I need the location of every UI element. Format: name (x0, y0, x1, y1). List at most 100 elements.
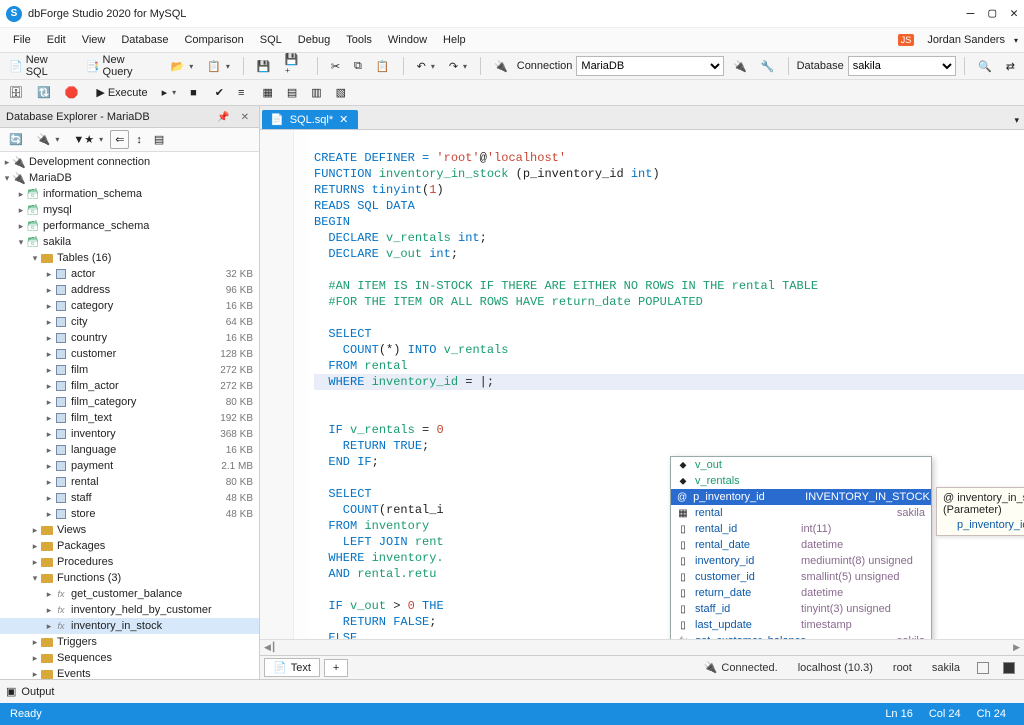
undo-button[interactable]: ↶ (412, 57, 440, 76)
split-button[interactable] (972, 659, 994, 677)
find-button[interactable]: 🔍 (973, 57, 997, 76)
table-row: ▸film272 KB (0, 362, 259, 378)
redo-button[interactable]: ↷ (444, 57, 472, 76)
horiz-scroll-right-icon[interactable]: ▶ (1013, 642, 1020, 653)
table-row: ▸address96 KB (0, 282, 259, 298)
db-explorer-title: Database Explorer - MariaDB (6, 111, 213, 123)
db-status: sakila (924, 662, 968, 674)
new-query-button[interactable]: 📑 New Query (81, 51, 162, 81)
menu-debug[interactable]: Debug (291, 32, 337, 48)
cut-button[interactable]: ✂ (326, 57, 345, 76)
editor-tabs: 📄 SQL.sql* ✕ ▾ (260, 106, 1024, 130)
new-connection-button[interactable]: 🔌 (32, 130, 65, 149)
table-row: ▸film_category80 KB (0, 394, 259, 410)
status-bar: Ready Ln 16 Col 24 Ch 24 (0, 703, 1024, 725)
menu-help[interactable]: Help (436, 32, 473, 48)
connection-select[interactable]: MariaDB (576, 56, 724, 76)
nav-back-button[interactable]: ⇐ (110, 130, 129, 149)
menu-database[interactable]: Database (114, 32, 175, 48)
user-menu[interactable]: Jordan Sanders (920, 32, 1012, 48)
options-button[interactable]: ⇄ (1001, 57, 1020, 76)
execute-mode-button[interactable]: ▸ (157, 83, 182, 102)
text-tab[interactable]: 📄 Text (264, 658, 320, 677)
title-bar: S dbForge Studio 2020 for MySQL — ▢ ✕ (0, 0, 1024, 28)
refresh-tree-button[interactable]: 🔄 (4, 130, 28, 149)
connection-icon[interactable]: 🔌 (489, 57, 513, 76)
execute-button[interactable]: ▶ Execute (91, 83, 152, 102)
database-icon: 🗃 (26, 236, 40, 248)
table-row: ▸country16 KB (0, 330, 259, 346)
table-row: ▸rental80 KB (0, 474, 259, 490)
db-refresh-button[interactable]: 🔃 (32, 83, 56, 102)
stop-exec-button[interactable]: ■ (185, 84, 202, 102)
horiz-scroll-left-icon[interactable]: ◀┃ (264, 642, 276, 653)
connection-settings-icon[interactable]: 🔌 (728, 57, 752, 76)
table-icon: ▦ (677, 508, 689, 519)
database-select[interactable]: sakila (848, 56, 956, 76)
status-ch: Ch 24 (969, 708, 1014, 720)
open-button[interactable]: 📂 (166, 57, 199, 76)
tab-close-icon[interactable]: ✕ (339, 113, 348, 126)
output-panel-header[interactable]: ▣ Output (0, 679, 1024, 703)
close-icon[interactable]: ✕ (1010, 6, 1018, 21)
status-line: Ln 16 (877, 708, 921, 720)
tabs-dropdown-icon[interactable]: ▾ (1009, 112, 1024, 129)
menu-view[interactable]: View (75, 32, 113, 48)
connection-label: Connection (517, 60, 573, 72)
layout4-button[interactable]: ▧ (331, 83, 351, 102)
recent-button[interactable]: 📋 (202, 57, 235, 76)
autocomplete-popup[interactable]: ⬥v_out ⬥v_rentals @p_inventory_idINVENTO… (670, 456, 932, 639)
save-button[interactable]: 💾 (252, 57, 276, 76)
parameter-icon: @ (677, 492, 687, 503)
menu-file[interactable]: File (6, 32, 38, 48)
table-row: ▸customer128 KB (0, 346, 259, 362)
format-button[interactable]: ≡ (233, 84, 249, 102)
menu-edit[interactable]: Edit (40, 32, 73, 48)
layout3-button[interactable]: ▥ (306, 83, 326, 102)
database-icon: 🗃 (26, 188, 40, 200)
db-stop-button[interactable]: 🛑 (60, 83, 84, 102)
menu-bar: File Edit View Database Comparison SQL D… (0, 28, 1024, 52)
filter-button[interactable]: ▼★ (68, 130, 108, 149)
pin-icon[interactable]: 📌 (213, 112, 233, 123)
new-sql-button[interactable]: 📄 New SQL (4, 51, 77, 81)
menu-tools[interactable]: Tools (339, 32, 379, 48)
db-explorer-panel: Database Explorer - MariaDB 📌 ✕ 🔄 🔌 ▼★ ⇐… (0, 106, 260, 679)
fullscreen-button[interactable] (998, 659, 1020, 677)
function-icon: fx (677, 636, 689, 640)
copy-button[interactable]: ⧉ (349, 57, 367, 76)
save-all-button[interactable]: 💾⁺ (280, 50, 309, 82)
table-row: ▸staff48 KB (0, 490, 259, 506)
menu-comparison[interactable]: Comparison (177, 32, 250, 48)
db-object-button[interactable]: 🗄 (4, 83, 28, 102)
table-icon (54, 268, 68, 280)
function-row: ▸fxinventory_held_by_customer (0, 602, 259, 618)
app-logo-icon: S (6, 6, 22, 22)
autocomplete-item-selected: @p_inventory_idINVENTORY_IN_STOCK (671, 489, 931, 505)
menu-sql[interactable]: SQL (253, 32, 289, 48)
variable-icon: ⬥ (677, 460, 689, 471)
column-icon: ▯ (677, 524, 689, 535)
menu-window[interactable]: Window (381, 32, 434, 48)
db-tree[interactable]: ▸🔌Development connection ▾🔌MariaDB ▸🗃inf… (0, 152, 259, 679)
plug-icon: 🔌 (12, 172, 26, 184)
add-tab[interactable]: + (324, 659, 348, 677)
paste-button[interactable]: 📋 (371, 57, 395, 76)
host-status: localhost (10.3) (790, 662, 881, 674)
window-title: dbForge Studio 2020 for MySQL (28, 8, 967, 20)
editor-area: 📄 SQL.sql* ✕ ▾ CREATE DEFINER = 'root'@'… (260, 106, 1024, 679)
check-button[interactable]: ✔ (210, 83, 229, 102)
layout1-button[interactable]: ▦ (257, 83, 277, 102)
panel-close-icon[interactable]: ✕ (237, 112, 253, 123)
minimize-icon[interactable]: — (967, 6, 975, 21)
sort-button[interactable]: ▤ (149, 130, 169, 149)
plug-icon: 🔌 (12, 156, 26, 168)
output-icon: ▣ (6, 685, 16, 698)
maximize-icon[interactable]: ▢ (988, 6, 996, 21)
refresh-conn-icon[interactable]: 🔧 (756, 57, 780, 76)
table-row: ▸language16 KB (0, 442, 259, 458)
layout2-button[interactable]: ▤ (282, 83, 302, 102)
editor-tab[interactable]: 📄 SQL.sql* ✕ (262, 110, 358, 129)
collapse-button[interactable]: ↕ (131, 131, 147, 149)
gutter (260, 130, 294, 639)
